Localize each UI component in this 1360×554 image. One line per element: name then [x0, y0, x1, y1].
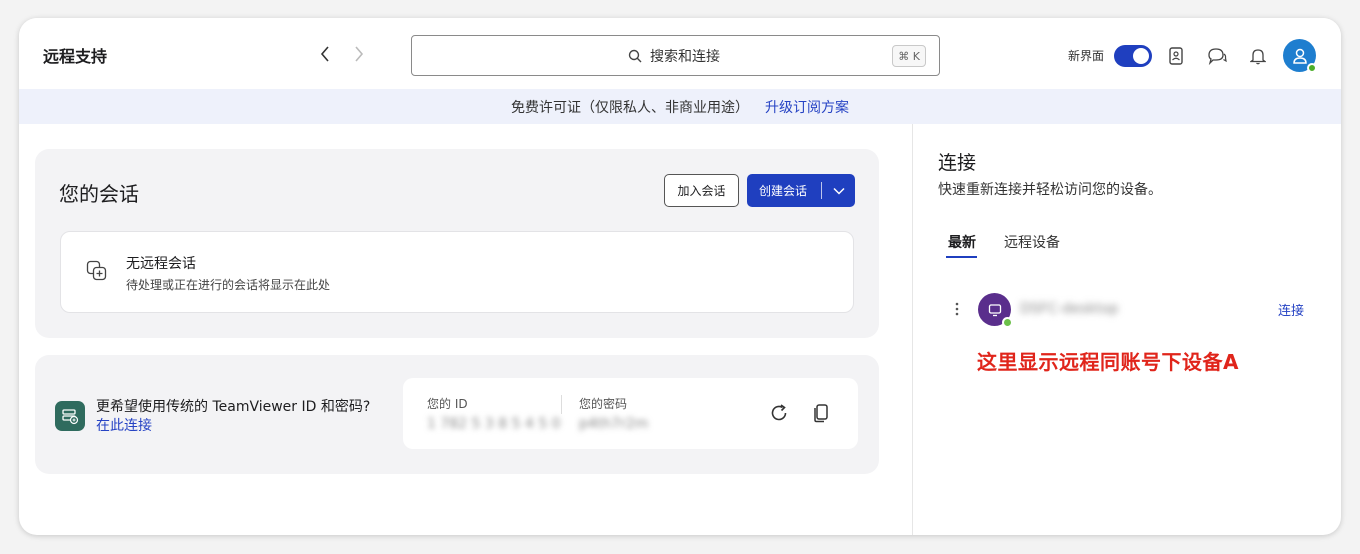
chat-icon — [1208, 48, 1227, 65]
contact-card-icon — [1169, 47, 1183, 65]
device-name: DSFC-desktop — [1020, 301, 1119, 317]
active-tab-indicator — [946, 256, 977, 258]
connect-subtitle: 快速重新连接并轻松访问您的设备。 — [938, 182, 1162, 198]
refresh-icon — [771, 404, 787, 421]
password-value: p4th7r2m — [579, 416, 649, 432]
online-status-dot — [1307, 63, 1317, 73]
top-bar: 远程支持 搜索和连接 ⌘ K 新界面 — [19, 18, 1341, 89]
password-label: 您的密码 — [579, 397, 628, 411]
upgrade-link[interactable]: 升级订阅方案 — [765, 97, 849, 117]
chat-button[interactable] — [1206, 45, 1228, 67]
create-session-label: 创建会话 — [759, 184, 808, 198]
search-content: 搜索和连接 — [628, 46, 720, 66]
session-add-icon — [86, 260, 108, 286]
license-banner: 免费许可证（仅限私人、非商业用途） 升级订阅方案 — [19, 89, 1341, 124]
user-avatar[interactable] — [1283, 39, 1317, 73]
connect-title: 连接 — [938, 152, 977, 174]
monitor-icon — [988, 303, 1001, 316]
app-window: 远程支持 搜索和连接 ⌘ K 新界面 免费许可证（仅限私人、非商业用途） 升级订… — [19, 18, 1341, 535]
connect-here-link[interactable]: 在此连接 — [96, 415, 152, 435]
license-text: 免费许可证（仅限私人、非商业用途） — [511, 99, 749, 116]
chevron-down-icon — [832, 187, 845, 195]
join-session-button[interactable]: 加入会话 — [664, 174, 739, 207]
toggle-knob — [1133, 48, 1149, 64]
refresh-password-button[interactable] — [768, 402, 790, 424]
chevron-right-icon — [355, 46, 364, 62]
search-bar[interactable]: 搜索和连接 ⌘ K — [411, 35, 940, 76]
connect-panel: 连接 快速重新连接并轻松访问您的设备。 最新 远程设备 DSFC-desktop… — [913, 124, 1341, 535]
create-session-dropdown[interactable] — [822, 187, 855, 195]
main-content: 您的会话 加入会话 创建会话 无远程会话 待处理或正在进行的会话将显示在此处 更… — [19, 124, 912, 535]
device-online-dot — [1002, 317, 1013, 328]
id-label: 您的 ID — [427, 397, 468, 411]
tab-remote-devices[interactable]: 远程设备 — [1004, 232, 1060, 252]
id-value: 1 782 5 3 8 5 4 5 0 — [427, 416, 561, 432]
empty-sessions-box: 无远程会话 待处理或正在进行的会话将显示在此处 — [60, 231, 854, 313]
teamviewer-id-icon — [55, 401, 85, 431]
new-ui-label: 新界面 — [1068, 49, 1105, 63]
more-vertical-icon — [955, 302, 959, 316]
user-icon — [1292, 48, 1307, 64]
annotation-note: 这里显示远程同账号下设备A — [977, 350, 1239, 374]
create-session-button[interactable]: 创建会话 — [747, 174, 855, 207]
teamviewer-id-question: 更希望使用传统的 TeamViewer ID 和密码? — [96, 399, 371, 415]
bell-icon — [1250, 49, 1266, 65]
device-connect-link[interactable]: 连接 — [1278, 300, 1304, 319]
search-placeholder: 搜索和连接 — [650, 49, 720, 65]
device-avatar — [978, 293, 1013, 328]
app-title: 远程支持 — [43, 47, 108, 66]
forward-button[interactable] — [350, 44, 368, 64]
id-separator — [561, 395, 562, 414]
chevron-left-icon — [320, 46, 329, 62]
teamviewer-id-card: 更希望使用传统的 TeamViewer ID 和密码? 在此连接 您的 ID 1… — [35, 355, 879, 474]
empty-title: 无远程会话 — [126, 256, 196, 272]
sessions-title: 您的会话 — [59, 182, 139, 206]
back-button[interactable] — [316, 44, 334, 64]
copy-icon — [814, 404, 828, 423]
empty-subtitle: 待处理或正在进行的会话将显示在此处 — [126, 278, 331, 292]
sessions-card: 您的会话 加入会话 创建会话 无远程会话 待处理或正在进行的会话将显示在此处 — [35, 149, 879, 338]
search-shortcut-badge: ⌘ K — [892, 45, 926, 67]
copy-button[interactable] — [810, 402, 832, 424]
notifications-button[interactable] — [1247, 45, 1269, 67]
contacts-button[interactable] — [1165, 45, 1187, 67]
search-icon — [628, 49, 642, 63]
tab-latest[interactable]: 最新 — [948, 232, 976, 252]
id-password-box: 您的 ID 1 782 5 3 8 5 4 5 0 您的密码 p4th7r2m — [403, 378, 858, 449]
new-ui-toggle[interactable] — [1114, 45, 1152, 67]
device-menu-button[interactable] — [950, 299, 964, 319]
